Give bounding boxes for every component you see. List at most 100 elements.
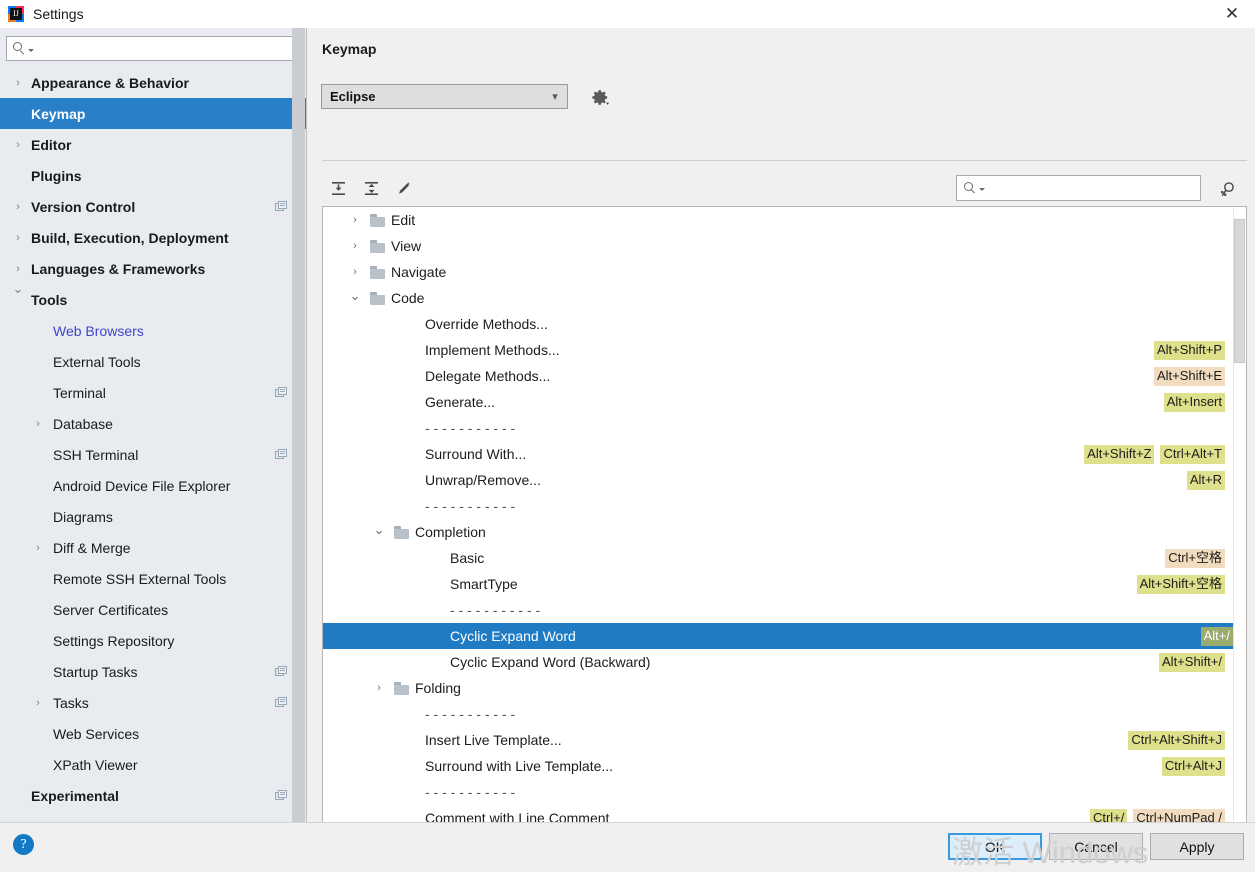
- tree-row[interactable]: Basic Ctrl+空格: [323, 545, 1246, 571]
- sidebar-item-build-execution-deployment[interactable]: › Build, Execution, Deployment: [0, 222, 306, 253]
- tree-row-label: Navigate: [391, 264, 447, 280]
- sidebar-item-tasks[interactable]: › Tasks: [0, 687, 306, 718]
- tree-row[interactable]: Delegate Methods... Alt+Shift+E: [323, 363, 1246, 389]
- scrollbar-thumb[interactable]: [1234, 219, 1245, 363]
- sidebar-item-label: Plugins: [31, 167, 82, 184]
- chevron-right-icon: ›: [16, 76, 20, 89]
- shortcut-badge: Ctrl+Alt+Shift+J: [1128, 730, 1225, 750]
- tree-row-label: Cyclic Expand Word: [450, 628, 576, 644]
- keymap-search-box[interactable]: [956, 175, 1201, 201]
- sidebar-item-plugins[interactable]: Plugins: [0, 160, 306, 191]
- sidebar-item-experimental[interactable]: Experimental: [0, 780, 306, 811]
- tree-row[interactable]: ⌄ Completion: [323, 519, 1246, 545]
- keymap-search-input[interactable]: [988, 180, 1200, 196]
- sidebar-item-server-certificates[interactable]: Server Certificates: [0, 594, 306, 625]
- sidebar-item-android-device-file-explorer[interactable]: Android Device File Explorer: [0, 470, 306, 501]
- tree-row[interactable]: Surround with Live Template... Ctrl+Alt+J: [323, 753, 1246, 779]
- sidebar-item-xpath-viewer[interactable]: XPath Viewer: [0, 749, 306, 780]
- tree-separator: - - - - - - - - - - -: [323, 779, 1246, 805]
- chevron-right-icon: ›: [16, 231, 20, 244]
- keymap-tree-scrollbar[interactable]: [1233, 207, 1246, 821]
- chevron-right-icon[interactable]: ›: [347, 214, 363, 226]
- chevron-down-icon[interactable]: ⌄: [371, 522, 387, 538]
- ok-button[interactable]: OK: [948, 833, 1042, 860]
- chevron-down-icon: [979, 188, 985, 191]
- pencil-edit-icon[interactable]: [391, 175, 417, 201]
- tree-row[interactable]: Cyclic Expand Word (Backward) Alt+Shift+/: [323, 649, 1246, 675]
- find-by-shortcut-icon[interactable]: [1213, 176, 1241, 202]
- folder-icon: [370, 214, 386, 227]
- tree-row-label: Basic: [450, 550, 485, 566]
- sidebar-item-ssh-terminal[interactable]: SSH Terminal: [0, 439, 306, 470]
- tree-row[interactable]: › Folding: [323, 675, 1246, 701]
- tree-row[interactable]: › Edit: [323, 207, 1246, 233]
- shortcut-badge: Alt+Insert: [1163, 392, 1225, 412]
- sidebar-item-label: XPath Viewer: [53, 756, 138, 773]
- sidebar-item-label: Database: [53, 415, 113, 432]
- shortcut-badge: Ctrl+/: [1089, 808, 1128, 822]
- tree-row[interactable]: ⌄ Code: [323, 285, 1246, 311]
- expand-all-icon[interactable]: [325, 175, 351, 201]
- close-icon[interactable]: ✕: [1209, 0, 1255, 28]
- tree-row[interactable]: SmartType Alt+Shift+空格: [323, 571, 1246, 597]
- chevron-right-icon[interactable]: ›: [347, 240, 363, 252]
- sidebar-item-appearance-behavior[interactable]: › Appearance & Behavior: [0, 67, 306, 98]
- sidebar-item-label: External Tools: [53, 353, 141, 370]
- sidebar-search-input[interactable]: [37, 41, 299, 56]
- chevron-right-icon: ›: [16, 200, 20, 213]
- tree-row[interactable]: Unwrap/Remove... Alt+R: [323, 467, 1246, 493]
- tree-row-label: Override Methods...: [425, 316, 548, 332]
- tree-row[interactable]: Comment with Line Comment Ctrl+/ Ctrl+NumP…: [323, 805, 1246, 822]
- keymap-tree-toolbar: [322, 171, 1247, 206]
- tree-row[interactable]: Generate... Alt+Insert: [323, 389, 1246, 415]
- tree-row-label: Insert Live Template...: [425, 732, 562, 748]
- keymap-tree-rows: › Edit › View › Navigate ⌄ Code Override Methods…: [323, 207, 1246, 822]
- copy-settings-icon: [275, 789, 288, 802]
- shortcut-badge: Alt+Shift+空格: [1136, 574, 1225, 594]
- tree-row-label: Code: [391, 290, 425, 306]
- tree-row[interactable]: › View: [323, 233, 1246, 259]
- tree-row[interactable]: Override Methods...: [323, 311, 1246, 337]
- tree-row[interactable]: Surround With... Alt+Shift+Z Ctrl+Alt+T: [323, 441, 1246, 467]
- tree-separator: - - - - - - - - - - -: [323, 597, 1246, 623]
- tree-row[interactable]: › Navigate: [323, 259, 1246, 285]
- sidebar-scrollbar[interactable]: [292, 28, 305, 822]
- shortcut-badge: Ctrl+Alt+T: [1160, 444, 1225, 464]
- sidebar-item-external-tools[interactable]: External Tools: [0, 346, 306, 377]
- help-icon[interactable]: ?: [13, 834, 34, 855]
- sidebar-item-label: Settings Repository: [53, 632, 175, 649]
- sidebar-item-remote-ssh-external-tools[interactable]: Remote SSH External Tools: [0, 563, 306, 594]
- apply-button[interactable]: Apply: [1150, 833, 1244, 860]
- copy-settings-icon: [275, 665, 288, 678]
- chevron-right-icon[interactable]: ›: [371, 682, 387, 694]
- gear-icon[interactable]: [587, 84, 613, 110]
- sidebar-item-web-browsers[interactable]: Web Browsers: [0, 315, 306, 346]
- sidebar-search-box[interactable]: [6, 36, 300, 61]
- chevron-right-icon[interactable]: ›: [347, 266, 363, 278]
- tree-row[interactable]: Insert Live Template... Ctrl+Alt+Shift+J: [323, 727, 1246, 753]
- sidebar-item-diagrams[interactable]: Diagrams: [0, 501, 306, 532]
- sidebar-item-terminal[interactable]: Terminal: [0, 377, 306, 408]
- sidebar-item-label: Web Services: [53, 725, 140, 742]
- chevron-down-icon[interactable]: ⌄: [347, 288, 363, 304]
- tree-row-label: Implement Methods...: [425, 342, 560, 358]
- sidebar-item-languages-frameworks[interactable]: › Languages & Frameworks: [0, 253, 306, 284]
- sidebar-item-web-services[interactable]: Web Services: [0, 718, 306, 749]
- tree-row[interactable]: Cyclic Expand Word Alt+/: [323, 623, 1246, 649]
- tree-row[interactable]: Implement Methods... Alt+Shift+P: [323, 337, 1246, 363]
- keymap-scheme-select[interactable]: Eclipse ▾: [321, 84, 568, 109]
- sidebar-item-editor[interactable]: › Editor: [0, 129, 306, 160]
- window-title: Settings: [33, 6, 84, 22]
- sidebar-item-tools[interactable]: ⌄ Tools: [0, 281, 306, 315]
- sidebar-item-database[interactable]: › Database: [0, 408, 306, 439]
- sidebar-item-startup-tasks[interactable]: Startup Tasks: [0, 656, 306, 687]
- cancel-button[interactable]: Cancel: [1049, 833, 1143, 860]
- separator-label: - - - - - - - - - - -: [425, 784, 516, 800]
- sidebar-item-version-control[interactable]: › Version Control: [0, 191, 306, 222]
- collapse-all-icon[interactable]: [358, 175, 384, 201]
- sidebar-item-diff-merge[interactable]: › Diff & Merge: [0, 532, 306, 563]
- sidebar-item-keymap[interactable]: Keymap: [0, 98, 306, 129]
- panel-divider: [322, 160, 1247, 161]
- sidebar-item-label: Appearance & Behavior: [31, 74, 189, 91]
- sidebar-item-settings-repository[interactable]: Settings Repository: [0, 625, 306, 656]
